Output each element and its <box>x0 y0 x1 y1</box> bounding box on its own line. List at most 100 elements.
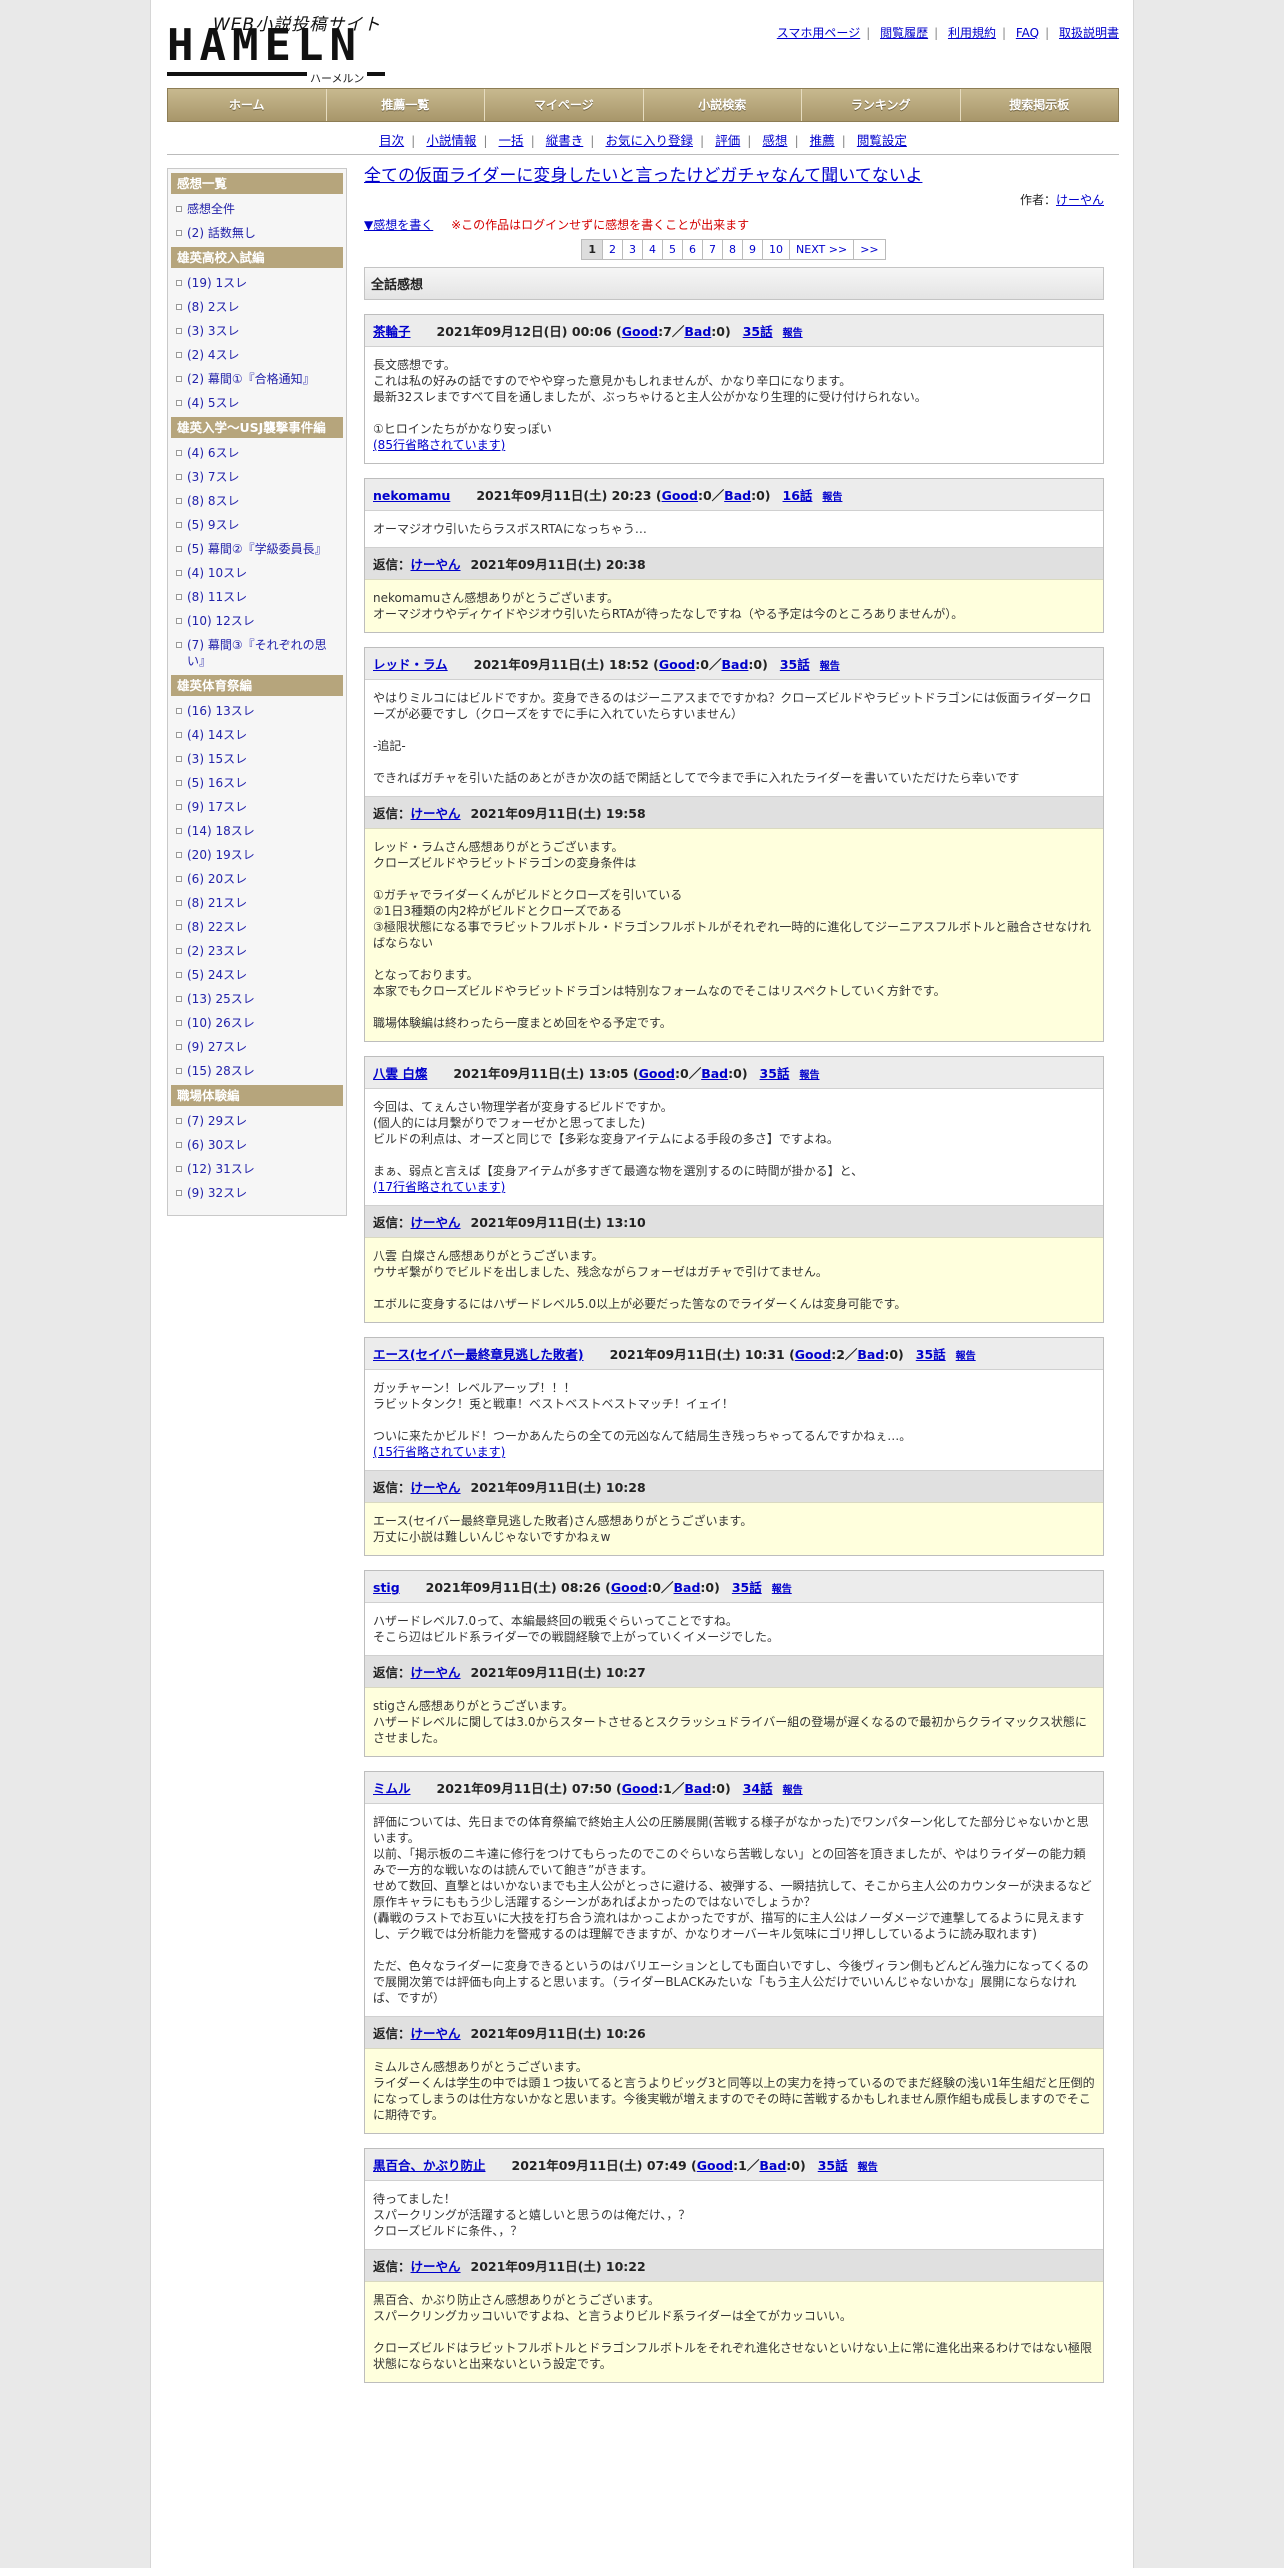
sidebar-item[interactable]: (19) 1スレ <box>171 271 343 295</box>
sidebar-item[interactable]: (4) 14スレ <box>171 723 343 747</box>
pager-link[interactable]: 5 <box>662 239 684 260</box>
commenter-name[interactable]: レッド・ラム <box>373 657 448 672</box>
sidebar-item-link[interactable]: (10) 12スレ <box>187 614 255 628</box>
report-link[interactable]: 報告 <box>799 1070 819 1081</box>
pager-link[interactable]: 7 <box>702 239 724 260</box>
sidebar-item-link[interactable]: (8) 21スレ <box>187 896 247 910</box>
link-manual[interactable]: 取扱説明書 <box>1059 26 1119 40</box>
sidebar-item-link[interactable]: (13) 25スレ <box>187 992 255 1006</box>
pager-link[interactable]: NEXT >> <box>789 239 855 260</box>
commenter-name[interactable]: ミムル <box>373 1781 411 1796</box>
nav-search[interactable]: 小説検索 <box>644 89 802 121</box>
sidebar-item[interactable]: (16) 13スレ <box>171 699 343 723</box>
sidebar-item-link[interactable]: (5) 幕間②『学級委員長』 <box>187 542 327 556</box>
reply-author[interactable]: けーやん <box>411 557 461 572</box>
subnav-recommend[interactable]: 推薦 <box>810 133 835 148</box>
pager-link-text[interactable]: 3 <box>629 243 636 256</box>
pager-link[interactable]: 3 <box>622 239 644 260</box>
episode-link[interactable]: 35話 <box>916 1347 946 1362</box>
report-link[interactable]: 報告 <box>956 1351 976 1362</box>
sidebar-item-link[interactable]: (20) 19スレ <box>187 848 255 862</box>
sidebar-item[interactable]: (4) 6スレ <box>171 441 343 465</box>
sidebar-item[interactable]: 感想全件 <box>171 197 343 221</box>
sidebar-item-link[interactable]: (2) 話数無し <box>187 226 256 240</box>
sidebar-item[interactable]: (3) 7スレ <box>171 465 343 489</box>
sidebar-item-link[interactable]: (7) 幕間③『それぞれの思い』 <box>187 638 327 668</box>
episode-link[interactable]: 35話 <box>743 324 773 339</box>
sidebar-item[interactable]: (20) 19スレ <box>171 843 343 867</box>
sidebar-item-link[interactable]: (6) 20スレ <box>187 872 247 886</box>
sidebar-item-link[interactable]: (4) 6スレ <box>187 446 239 460</box>
sidebar-item[interactable]: (6) 20スレ <box>171 867 343 891</box>
nav-ranking[interactable]: ランキング <box>802 89 961 121</box>
pager-link-text[interactable]: 9 <box>749 243 756 256</box>
sidebar-item-link[interactable]: (4) 5スレ <box>187 396 239 410</box>
sidebar-item-link[interactable]: (5) 24スレ <box>187 968 247 982</box>
sidebar-item-link[interactable]: (6) 30スレ <box>187 1138 247 1152</box>
sidebar-item[interactable]: (9) 17スレ <box>171 795 343 819</box>
sidebar-item-link[interactable]: (8) 22スレ <box>187 920 247 934</box>
sidebar-item-link[interactable]: (3) 15スレ <box>187 752 247 766</box>
sidebar-item-link[interactable]: 感想全件 <box>187 202 235 216</box>
subnav-comments[interactable]: 感想 <box>762 133 787 148</box>
sidebar-item[interactable]: (9) 27スレ <box>171 1035 343 1059</box>
pager-link[interactable]: 2 <box>602 239 624 260</box>
good-button[interactable]: Good <box>662 488 698 503</box>
write-comment-link[interactable]: ▼感想を書く <box>364 218 433 232</box>
reply-author[interactable]: けーやん <box>411 2259 461 2274</box>
sidebar-item[interactable]: (5) 幕間②『学級委員長』 <box>171 537 343 561</box>
sidebar-item[interactable]: (14) 18スレ <box>171 819 343 843</box>
pager-link[interactable]: 9 <box>742 239 764 260</box>
site-logo[interactable]: WEB小説投稿サイト HAMELN ハーメルン <box>167 10 387 86</box>
sidebar-item-link[interactable]: (5) 16スレ <box>187 776 247 790</box>
sidebar-item[interactable]: (12) 31スレ <box>171 1157 343 1181</box>
sidebar-item-link[interactable]: (8) 11スレ <box>187 590 247 604</box>
sidebar-item-link[interactable]: (15) 28スレ <box>187 1064 255 1078</box>
reply-author[interactable]: けーやん <box>411 2026 461 2041</box>
sidebar-item-link[interactable]: (9) 17スレ <box>187 800 247 814</box>
reply-author[interactable]: けーやん <box>411 806 461 821</box>
sidebar-item-link[interactable]: (10) 26スレ <box>187 1016 255 1030</box>
nav-home[interactable]: ホーム <box>168 89 327 121</box>
novel-title[interactable]: 全ての仮面ライダーに変身したいと言ったけどガチャなんて聞いてないよ <box>364 166 922 186</box>
sidebar-item-link[interactable]: (5) 9スレ <box>187 518 239 532</box>
bad-button[interactable]: Bad <box>684 1781 711 1796</box>
sidebar-item[interactable]: (3) 15スレ <box>171 747 343 771</box>
sidebar-item-link[interactable]: (7) 29スレ <box>187 1114 247 1128</box>
pager-link-text[interactable]: 6 <box>689 243 696 256</box>
commenter-name[interactable]: エース(セイバー最終章見逃した敗者) <box>373 1347 584 1362</box>
subnav-all[interactable]: 一括 <box>499 133 524 148</box>
expand-omitted-link[interactable]: (85行省略されています) <box>373 438 505 452</box>
reply-author[interactable]: けーやん <box>411 1665 461 1680</box>
sidebar-item[interactable]: (13) 25スレ <box>171 987 343 1011</box>
sidebar-item-link[interactable]: (3) 7スレ <box>187 470 239 484</box>
sidebar-item[interactable]: (3) 3スレ <box>171 319 343 343</box>
report-link[interactable]: 報告 <box>772 1584 792 1595</box>
sidebar-item[interactable]: (8) 11スレ <box>171 585 343 609</box>
episode-link[interactable]: 35話 <box>818 2158 848 2173</box>
pager-link[interactable]: 6 <box>682 239 704 260</box>
subnav-info[interactable]: 小説情報 <box>426 133 476 148</box>
commenter-name[interactable]: 茶輪子 <box>373 324 411 339</box>
good-button[interactable]: Good <box>795 1347 831 1362</box>
good-button[interactable]: Good <box>622 324 658 339</box>
sidebar-item-link[interactable]: (2) 23スレ <box>187 944 247 958</box>
report-link[interactable]: 報告 <box>822 492 842 503</box>
report-link[interactable]: 報告 <box>858 2162 878 2173</box>
sidebar-item[interactable]: (10) 26スレ <box>171 1011 343 1035</box>
link-faq[interactable]: FAQ <box>1016 26 1039 40</box>
bad-button[interactable]: Bad <box>701 1066 728 1081</box>
pager-link[interactable]: 10 <box>762 239 791 260</box>
good-button[interactable]: Good <box>697 2158 733 2173</box>
pager-link-text[interactable]: 7 <box>709 243 716 256</box>
sidebar-item-link[interactable]: (3) 3スレ <box>187 324 239 338</box>
sidebar-item-link[interactable]: (16) 13スレ <box>187 704 255 718</box>
sidebar-item-link[interactable]: (9) 32スレ <box>187 1186 247 1200</box>
subnav-vertical[interactable]: 縦書き <box>546 133 584 148</box>
pager-link-text[interactable]: 5 <box>669 243 676 256</box>
sidebar-item-link[interactable]: (12) 31スレ <box>187 1162 255 1176</box>
nav-mypage[interactable]: マイページ <box>485 89 644 121</box>
pager-link[interactable]: >> <box>853 239 886 260</box>
pager-link[interactable]: 4 <box>642 239 664 260</box>
bad-button[interactable]: Bad <box>759 2158 786 2173</box>
